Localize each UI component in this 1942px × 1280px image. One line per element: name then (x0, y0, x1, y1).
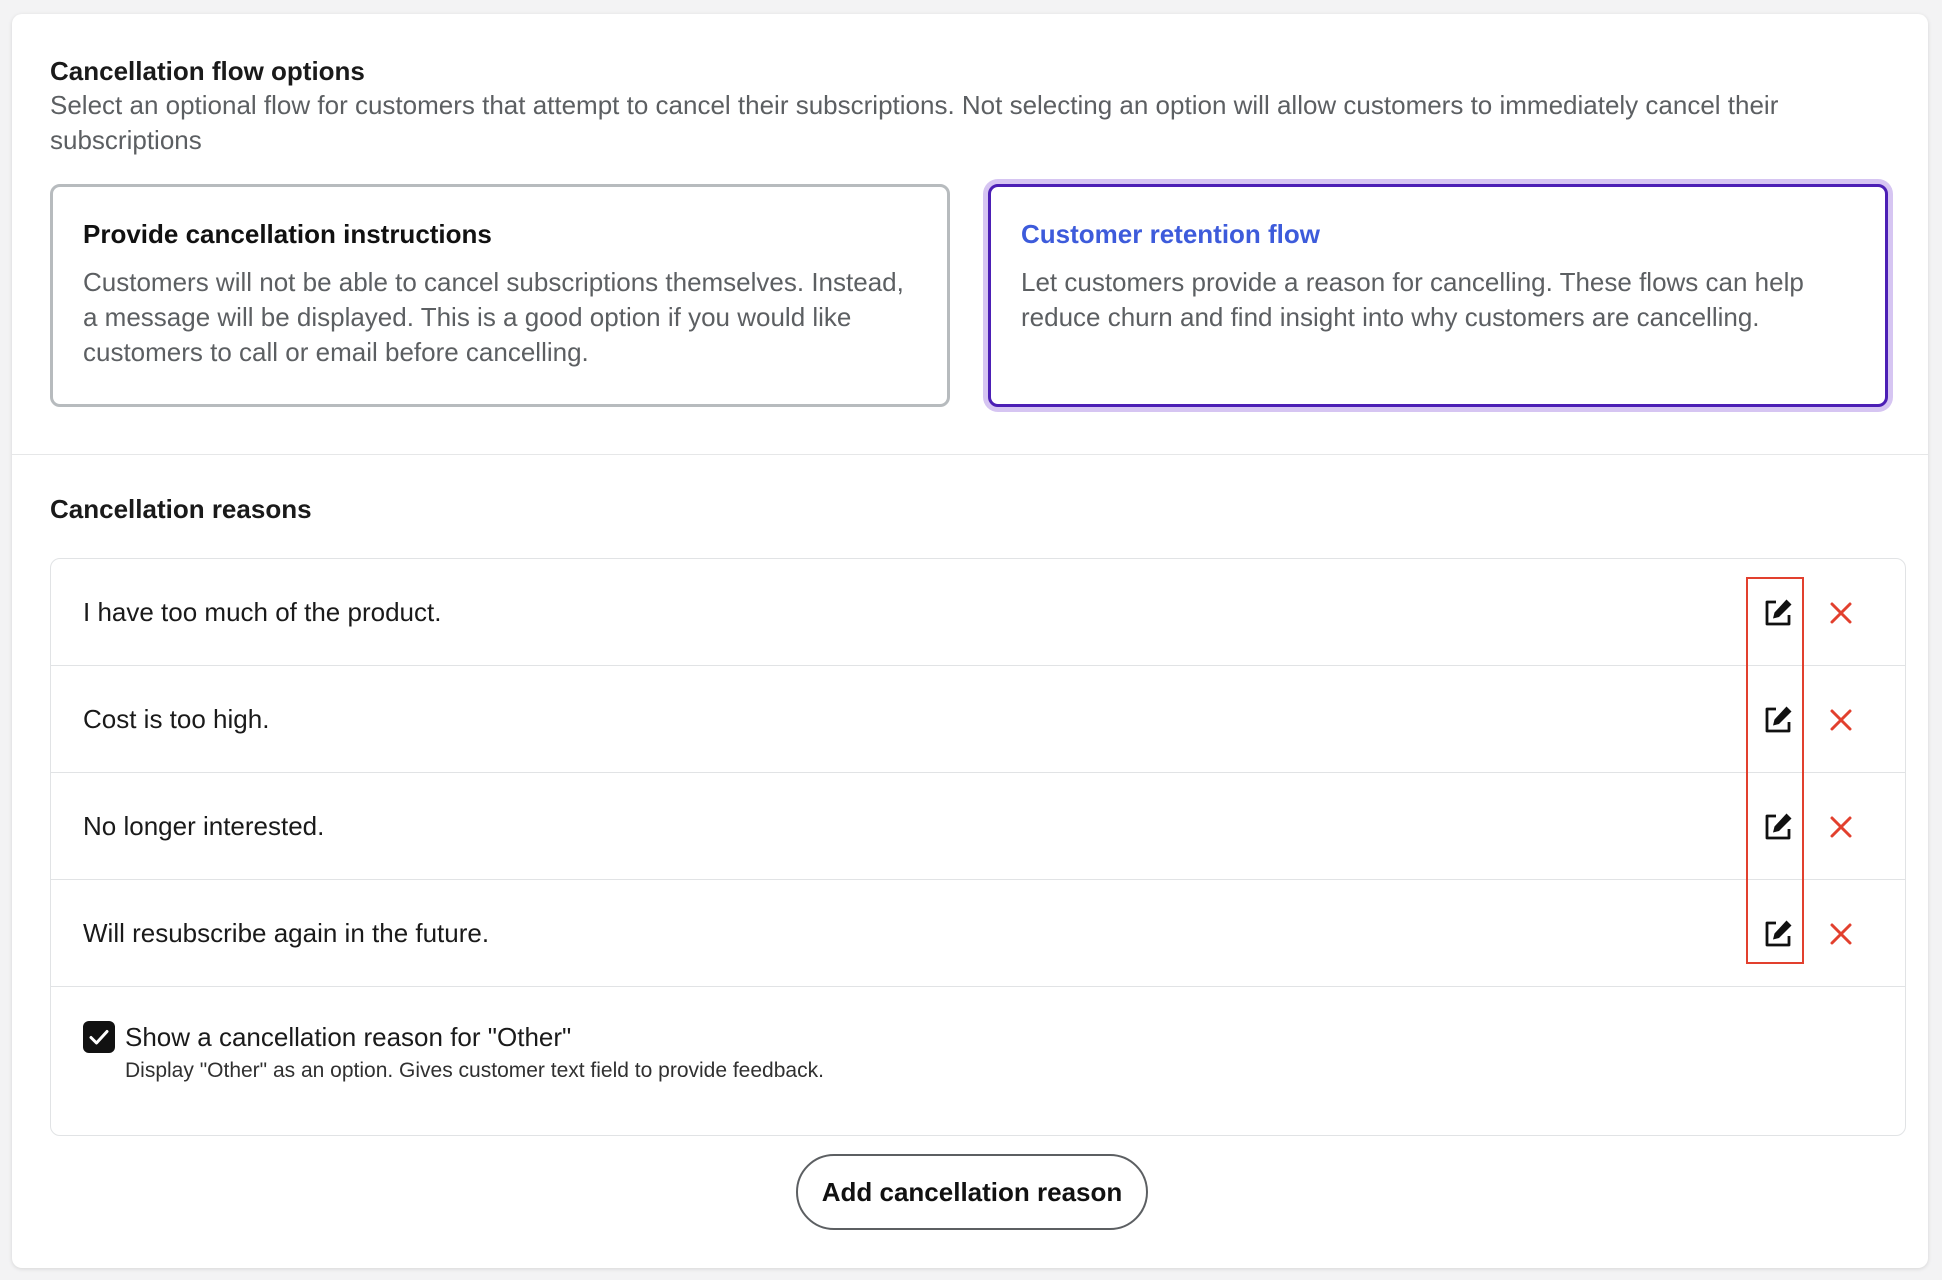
reason-label: Will resubscribe again in the future. (83, 918, 490, 948)
close-icon[interactable] (1825, 597, 1857, 629)
edit-icons-highlight (1746, 577, 1804, 964)
option-card-customer-retention[interactable]: Customer retention flow Let customers pr… (988, 184, 1888, 407)
settings-panel: Cancellation flow options Select an opti… (12, 14, 1928, 1268)
cancellation-reasons-list: I have too much of the product. Cost is … (50, 558, 1906, 1136)
other-reason-option: Show a cancellation reason for "Other" D… (51, 987, 1905, 1135)
option-title: Provide cancellation instructions (83, 219, 492, 249)
cancellation-reasons-title: Cancellation reasons (50, 494, 312, 524)
checkmark-icon (89, 1030, 109, 1045)
reason-row: Will resubscribe again in the future. (51, 880, 1905, 987)
reason-row: Cost is too high. (51, 666, 1905, 773)
other-reason-label[interactable]: Show a cancellation reason for "Other" (125, 1021, 571, 1053)
flow-options-section: Cancellation flow options Select an opti… (12, 14, 1928, 455)
option-description: Let customers provide a reason for cance… (1021, 267, 1804, 332)
add-cancellation-reason-button[interactable]: Add cancellation reason (796, 1154, 1148, 1230)
reason-label: Cost is too high. (83, 704, 270, 734)
option-card-cancellation-instructions[interactable]: Provide cancellation instructions Custom… (50, 184, 950, 407)
close-icon[interactable] (1825, 918, 1857, 950)
reason-label: I have too much of the product. (83, 597, 442, 627)
reason-label: No longer interested. (83, 811, 325, 841)
option-title: Customer retention flow (1021, 219, 1321, 249)
reason-row: I have too much of the product. (51, 559, 1905, 666)
close-icon[interactable] (1825, 811, 1857, 843)
close-icon[interactable] (1825, 704, 1857, 736)
other-reason-help-text: Display "Other" as an option. Gives cust… (125, 1059, 824, 1082)
flow-options-description: Select an optional flow for customers th… (50, 90, 1779, 155)
reason-row: No longer interested. (51, 773, 1905, 880)
option-description: Customers will not be able to cancel sub… (83, 267, 904, 367)
flow-options-title: Cancellation flow options (50, 56, 365, 86)
other-reason-checkbox[interactable] (83, 1021, 115, 1053)
